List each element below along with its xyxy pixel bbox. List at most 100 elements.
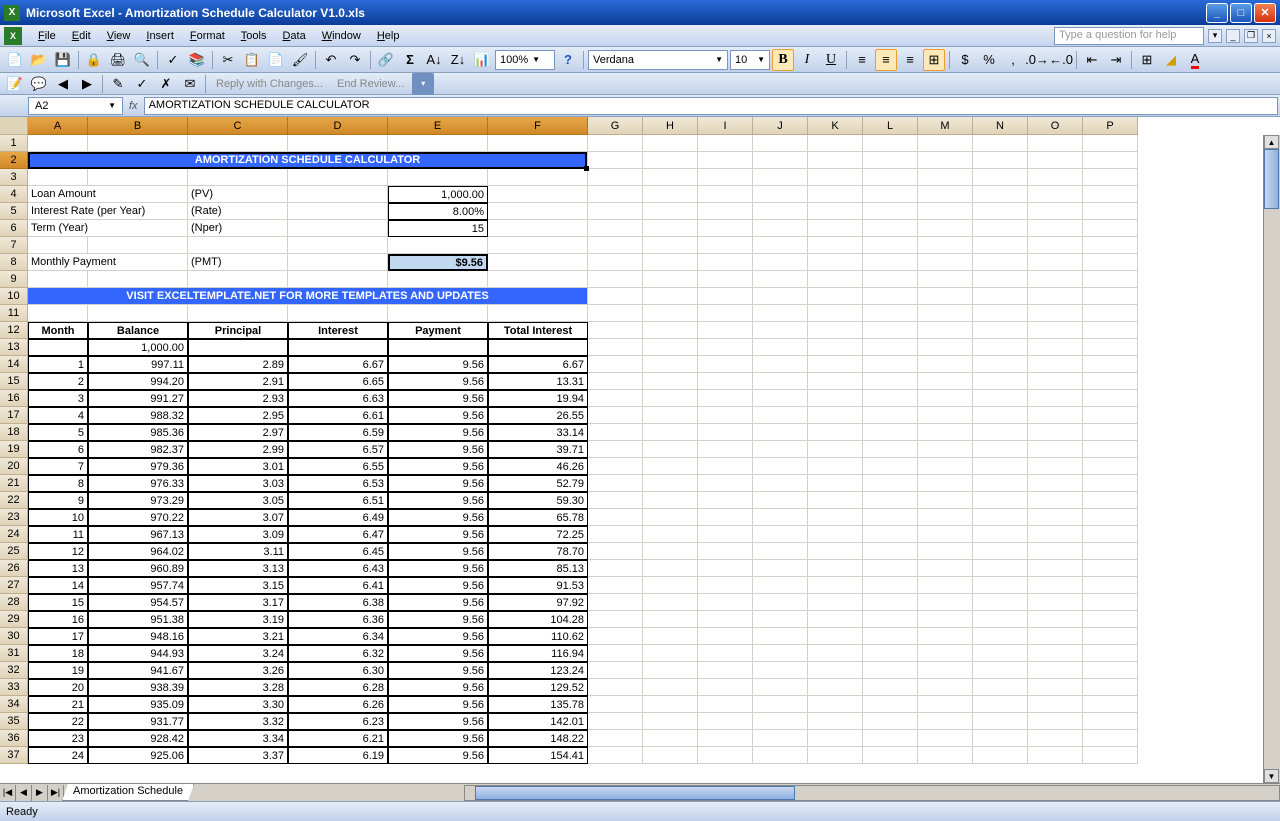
percent-button[interactable]: % xyxy=(978,49,1000,71)
cell[interactable] xyxy=(588,577,643,594)
cell[interactable] xyxy=(918,696,973,713)
menu-view[interactable]: View xyxy=(99,28,139,44)
cell[interactable] xyxy=(588,747,643,764)
cell[interactable] xyxy=(918,645,973,662)
cell[interactable] xyxy=(1083,577,1138,594)
table-cell[interactable] xyxy=(488,339,588,356)
cell[interactable] xyxy=(643,169,698,186)
cell[interactable] xyxy=(918,662,973,679)
cell[interactable] xyxy=(808,713,863,730)
cell[interactable] xyxy=(698,203,753,220)
cell[interactable] xyxy=(808,594,863,611)
chart-button[interactable]: 📊 xyxy=(471,49,493,71)
cell[interactable] xyxy=(588,339,643,356)
cell[interactable] xyxy=(1083,390,1138,407)
cell[interactable] xyxy=(753,152,808,169)
cell[interactable] xyxy=(643,271,698,288)
cell[interactable] xyxy=(808,322,863,339)
row-header-3[interactable]: 3 xyxy=(0,169,28,186)
cell[interactable] xyxy=(1083,254,1138,271)
cell[interactable] xyxy=(918,254,973,271)
cell[interactable] xyxy=(918,424,973,441)
row-header-27[interactable]: 27 xyxy=(0,577,28,594)
fill-handle[interactable] xyxy=(584,166,589,171)
cell[interactable] xyxy=(753,730,808,747)
cell[interactable] xyxy=(698,458,753,475)
cell[interactable] xyxy=(973,390,1028,407)
cell[interactable] xyxy=(698,407,753,424)
row-header-11[interactable]: 11 xyxy=(0,305,28,322)
cell[interactable] xyxy=(753,407,808,424)
cell[interactable] xyxy=(643,577,698,594)
cell[interactable] xyxy=(808,730,863,747)
cell[interactable] xyxy=(1083,424,1138,441)
cell[interactable] xyxy=(1083,560,1138,577)
cell[interactable] xyxy=(808,203,863,220)
cut-button[interactable]: ✂ xyxy=(217,49,239,71)
redo-button[interactable]: ↷ xyxy=(344,49,366,71)
cell[interactable] xyxy=(753,305,808,322)
fx-button[interactable]: fx xyxy=(129,100,138,112)
cell[interactable] xyxy=(698,322,753,339)
cell[interactable] xyxy=(698,441,753,458)
cell[interactable] xyxy=(918,390,973,407)
help-button[interactable]: ? xyxy=(557,49,579,71)
cell[interactable] xyxy=(588,458,643,475)
cell[interactable] xyxy=(918,339,973,356)
cell[interactable] xyxy=(588,560,643,577)
cell[interactable] xyxy=(588,305,643,322)
row-header-13[interactable]: 13 xyxy=(0,339,28,356)
cell[interactable] xyxy=(388,237,488,254)
print-button[interactable]: 🖨 xyxy=(107,49,129,71)
cell[interactable] xyxy=(643,492,698,509)
cell[interactable] xyxy=(643,407,698,424)
cell[interactable] xyxy=(808,390,863,407)
spelling-button[interactable]: ✓ xyxy=(162,49,184,71)
cell[interactable] xyxy=(28,237,88,254)
underline-button[interactable]: U xyxy=(820,49,842,71)
cell[interactable] xyxy=(588,492,643,509)
cell[interactable] xyxy=(863,713,918,730)
cell[interactable] xyxy=(1028,526,1083,543)
cell[interactable] xyxy=(863,407,918,424)
cell[interactable] xyxy=(918,611,973,628)
banner-link[interactable]: VISIT EXCELTEMPLATE.NET FOR MORE TEMPLAT… xyxy=(28,288,588,305)
menu-file[interactable]: File xyxy=(30,28,64,44)
cell[interactable] xyxy=(918,356,973,373)
cell[interactable] xyxy=(1083,730,1138,747)
cell[interactable] xyxy=(1028,390,1083,407)
cell[interactable] xyxy=(863,645,918,662)
italic-button[interactable]: I xyxy=(796,49,818,71)
cell[interactable] xyxy=(698,390,753,407)
cell[interactable] xyxy=(753,373,808,390)
row-header-23[interactable]: 23 xyxy=(0,509,28,526)
row-header-22[interactable]: 22 xyxy=(0,492,28,509)
cell[interactable] xyxy=(973,611,1028,628)
cell[interactable] xyxy=(488,135,588,152)
cell[interactable] xyxy=(643,441,698,458)
cell[interactable] xyxy=(973,288,1028,305)
row-header-15[interactable]: 15 xyxy=(0,373,28,390)
copy-button[interactable]: 📋 xyxy=(241,49,263,71)
cell[interactable] xyxy=(808,373,863,390)
align-left-button[interactable]: ≡ xyxy=(851,49,873,71)
cell[interactable] xyxy=(918,628,973,645)
minimize-button[interactable]: _ xyxy=(1206,3,1228,23)
reject-change-button[interactable]: ✗ xyxy=(155,73,177,95)
row-header-36[interactable]: 36 xyxy=(0,730,28,747)
cell[interactable] xyxy=(918,543,973,560)
scroll-up-button[interactable]: ▲ xyxy=(1264,135,1279,149)
align-right-button[interactable]: ≡ xyxy=(899,49,921,71)
cell[interactable] xyxy=(643,237,698,254)
cell[interactable] xyxy=(973,594,1028,611)
cell[interactable] xyxy=(863,305,918,322)
cell[interactable] xyxy=(863,203,918,220)
cell[interactable] xyxy=(808,492,863,509)
cell[interactable] xyxy=(973,747,1028,764)
cell[interactable] xyxy=(1083,645,1138,662)
cell[interactable] xyxy=(1028,713,1083,730)
row-header-33[interactable]: 33 xyxy=(0,679,28,696)
cell[interactable] xyxy=(918,577,973,594)
cell[interactable] xyxy=(918,475,973,492)
cell[interactable] xyxy=(1028,577,1083,594)
